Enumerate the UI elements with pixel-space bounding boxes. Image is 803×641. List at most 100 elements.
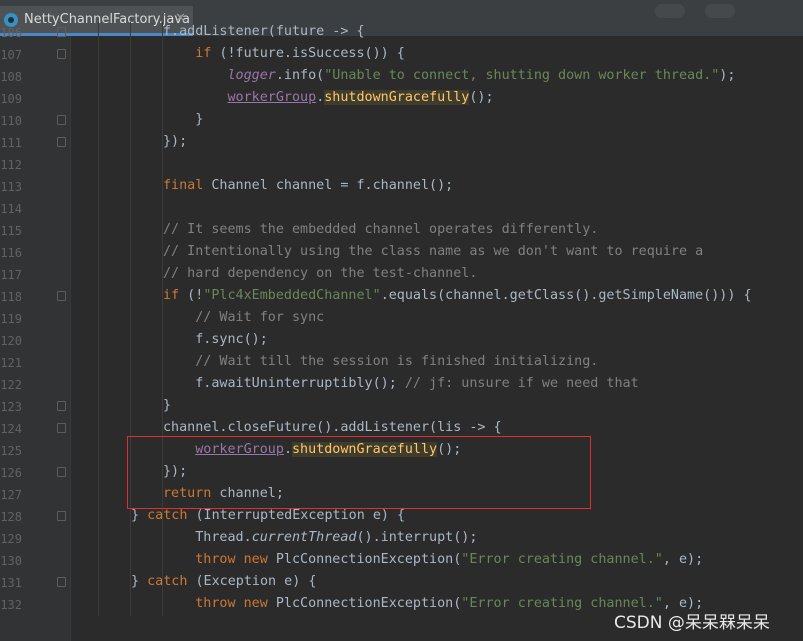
line-number[interactable]: 124: [0, 422, 22, 436]
code-text[interactable]: // Wait for sync: [163, 310, 324, 325]
line-number[interactable]: 109: [0, 92, 22, 106]
code-token: (Exception e) {: [187, 574, 317, 589]
code-text[interactable]: throw new PlcConnectionException("Error …: [163, 552, 703, 567]
indent-guide: [98, 44, 99, 66]
line-number[interactable]: 127: [0, 488, 22, 502]
fold-marker-icon[interactable]: [57, 137, 66, 147]
line-number[interactable]: 117: [0, 268, 22, 282]
code-text[interactable]: });: [163, 134, 187, 149]
fold-marker-icon[interactable]: [57, 577, 66, 587]
code-text[interactable]: // Wait till the session is finished ini…: [163, 354, 598, 369]
code-line[interactable]: 110 }: [0, 110, 803, 132]
fold-marker-icon[interactable]: [57, 291, 66, 301]
line-number[interactable]: 132: [0, 598, 22, 612]
fold-marker-icon[interactable]: [57, 49, 66, 59]
line-number[interactable]: 110: [0, 114, 22, 128]
indent-guide: [98, 418, 99, 440]
code-text[interactable]: logger.info("Unable to connect, shutting…: [163, 68, 736, 83]
indent-guide: [98, 264, 99, 286]
code-line[interactable]: 111});: [0, 132, 803, 154]
code-text[interactable]: f.sync();: [163, 332, 268, 347]
code-line[interactable]: 123}: [0, 396, 803, 418]
line-number[interactable]: 115: [0, 224, 22, 238]
code-line[interactable]: 106 f.addListener(future -> {: [0, 22, 803, 44]
line-number[interactable]: 128: [0, 510, 22, 524]
code-line[interactable]: 131 } catch (Exception e) {: [0, 572, 803, 594]
indent-guide: [98, 528, 99, 550]
code-text[interactable]: if (!"Plc4xEmbeddedChannel".equals(chann…: [163, 288, 752, 303]
code-token: shutdownGracefully: [324, 90, 470, 105]
line-number[interactable]: 123: [0, 400, 22, 414]
code-token: if: [163, 288, 180, 303]
code-line[interactable]: 130 throw new PlcConnectionException("Er…: [0, 550, 803, 572]
code-line[interactable]: 119 // Wait for sync: [0, 308, 803, 330]
code-line[interactable]: 129 Thread.currentThread().interrupt();: [0, 528, 803, 550]
line-number[interactable]: 108: [0, 70, 22, 84]
code-token: catch: [147, 508, 188, 523]
code-text[interactable]: // It seems the embedded channel operate…: [163, 222, 598, 237]
code-line[interactable]: 122 f.awaitUninterruptibly(); // jf: uns…: [0, 374, 803, 396]
line-number[interactable]: 130: [0, 554, 22, 568]
code-line[interactable]: 108 logger.info("Unable to connect, shut…: [0, 66, 803, 88]
code-text[interactable]: } catch (Exception e) {: [131, 574, 316, 589]
fold-marker-icon[interactable]: [57, 423, 66, 433]
code-line[interactable]: 121 // Wait till the session is finished…: [0, 352, 803, 374]
line-number[interactable]: 122: [0, 378, 22, 392]
line-number[interactable]: 113: [0, 180, 22, 194]
code-text[interactable]: f.awaitUninterruptibly(); // jf: unsure …: [163, 376, 638, 391]
code-line[interactable]: 107 if (!future.isSuccess()) {: [0, 44, 803, 66]
line-number[interactable]: 106: [0, 26, 22, 40]
code-token: f.addListener(future -> {: [163, 24, 365, 39]
line-number[interactable]: 125: [0, 444, 22, 458]
fold-marker-icon[interactable]: [57, 27, 66, 37]
line-number[interactable]: 118: [0, 290, 22, 304]
code-text[interactable]: // Intentionally using the class name as…: [163, 244, 703, 259]
line-number[interactable]: 116: [0, 246, 22, 260]
code-text[interactable]: final Channel channel = f.channel();: [163, 178, 453, 193]
fold-marker-icon[interactable]: [57, 115, 66, 125]
line-number[interactable]: 129: [0, 532, 22, 546]
line-number[interactable]: 131: [0, 576, 22, 590]
line-number[interactable]: 120: [0, 334, 22, 348]
line-number[interactable]: 119: [0, 312, 22, 326]
line-number[interactable]: 111: [0, 136, 22, 150]
fold-marker-icon[interactable]: [57, 511, 66, 521]
code-line[interactable]: 116 // Intentionally using the class name…: [0, 242, 803, 264]
code-line[interactable]: 118 if (!"Plc4xEmbeddedChannel".equals(ch…: [0, 286, 803, 308]
indent-guide: [130, 220, 131, 242]
fold-marker-icon[interactable]: [57, 467, 66, 477]
line-number[interactable]: 121: [0, 356, 22, 370]
code-token: }: [131, 508, 148, 523]
line-number[interactable]: 112: [0, 158, 22, 172]
code-text[interactable]: }: [163, 112, 203, 127]
code-token: ();: [469, 90, 494, 105]
line-number[interactable]: 107: [0, 48, 22, 62]
indent-guide: [130, 374, 131, 396]
code-text[interactable]: }: [163, 398, 171, 413]
code-line[interactable]: 109 workerGroup.shutdownGracefully();: [0, 88, 803, 110]
code-text[interactable]: // hard dependency on the test-channel.: [163, 266, 477, 281]
indent-guide: [98, 220, 99, 242]
code-line[interactable]: 115 // It seems the embedded channel oper…: [0, 220, 803, 242]
code-line[interactable]: 120 f.sync();: [0, 330, 803, 352]
line-number[interactable]: 126: [0, 466, 22, 480]
indent-guide: [130, 198, 131, 220]
code-line[interactable]: 117 // hard dependency on the test-channe…: [0, 264, 803, 286]
fold-marker-icon[interactable]: [57, 401, 66, 411]
line-number[interactable]: 114: [0, 202, 22, 216]
code-line[interactable]: 112: [0, 154, 803, 176]
code-text[interactable]: workerGroup.shutdownGracefully();: [163, 90, 494, 105]
code-text[interactable]: Thread.currentThread().interrupt();: [163, 530, 477, 545]
indent-guide: [130, 110, 131, 132]
code-line[interactable]: 114: [0, 198, 803, 220]
code-text[interactable]: } catch (InterruptedException e) {: [131, 508, 405, 523]
code-token: // Intentionally using the class name as…: [163, 244, 704, 259]
indent-guide: [98, 484, 99, 506]
code-text[interactable]: f.addListener(future -> {: [163, 24, 365, 39]
code-line[interactable]: 113 final Channel channel = f.channel();: [0, 176, 803, 198]
code-text[interactable]: channel.closeFuture().addListener(lis ->…: [163, 420, 502, 435]
code-line[interactable]: 128 } catch (InterruptedException e) {: [0, 506, 803, 528]
indent-guide: [98, 132, 99, 154]
code-text[interactable]: if (!future.isSuccess()) {: [163, 46, 405, 61]
